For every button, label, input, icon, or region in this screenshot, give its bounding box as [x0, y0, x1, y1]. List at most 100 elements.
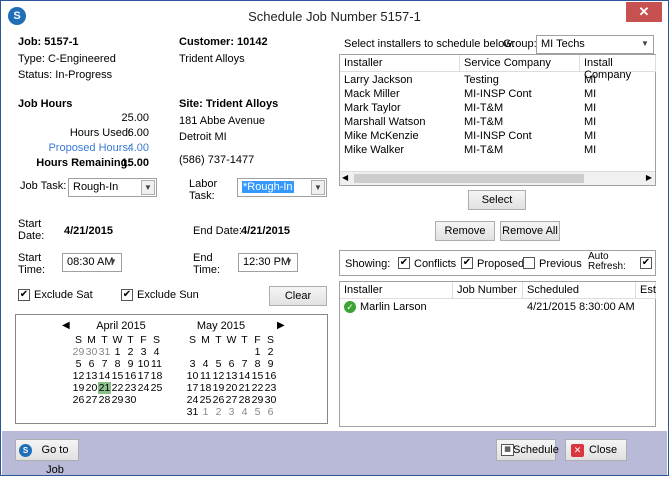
calendar-day[interactable]: 4 [199, 358, 212, 370]
calendar-day[interactable]: 28 [98, 394, 111, 406]
calendar-day[interactable]: 8 [111, 358, 124, 370]
select-button[interactable]: Select [468, 190, 526, 210]
calendar-day[interactable]: 30 [124, 394, 137, 406]
calendar-day[interactable]: 3 [186, 358, 199, 370]
calendar-day[interactable]: 12 [212, 370, 225, 382]
table-row[interactable]: ✓ Marlin Larson 4/21/2015 8:30:00 AM [340, 301, 655, 315]
scheduled-list[interactable]: Installer Job Number Scheduled Est ✓ Mar… [339, 281, 656, 427]
calendar-day[interactable] [238, 346, 251, 358]
scroll-right-icon[interactable]: ▶ [646, 173, 652, 182]
start-date-value[interactable]: 4/21/2015 [64, 225, 113, 237]
calendar-day[interactable]: 30 [85, 346, 98, 358]
col-install-company[interactable]: Install Company [580, 55, 656, 81]
calendar-day[interactable]: 31 [186, 406, 199, 418]
calendar-day[interactable]: 21 [98, 382, 111, 394]
calendar-day[interactable]: 22 [251, 382, 264, 394]
calendar-day[interactable]: 29 [72, 346, 85, 358]
calendar-day[interactable]: 29 [251, 394, 264, 406]
scroll-left-icon[interactable]: ◀ [342, 173, 348, 182]
calendar-day[interactable]: 28 [238, 394, 251, 406]
col-installer[interactable]: Installer [340, 55, 460, 72]
calendar-day[interactable]: 31 [98, 346, 111, 358]
calendar-day[interactable]: 3 [137, 346, 150, 358]
calendar-day[interactable]: 16 [264, 370, 277, 382]
auto-refresh-checkbox[interactable]: ✔ [640, 257, 652, 269]
calendar-day[interactable]: 26 [212, 394, 225, 406]
col-sched-installer[interactable]: Installer [340, 282, 453, 299]
close-button[interactable]: ✕ Close [565, 439, 627, 461]
calendar-day[interactable]: 20 [85, 382, 98, 394]
calendar-day[interactable]: 9 [264, 358, 277, 370]
month-calendar[interactable]: ◀ April 2015 May 2015 ▶ S M T W T F S 29 30 31 1 2 3… [15, 314, 328, 424]
job-task-select[interactable]: Rough-In ▼ [68, 178, 157, 197]
calendar-day[interactable]: 13 [85, 370, 98, 382]
calendar-day[interactable]: 4 [150, 346, 163, 358]
scroll-thumb[interactable] [354, 174, 584, 183]
conflicts-checkbox[interactable]: ✔ [398, 257, 410, 269]
proposed-checkbox[interactable]: ✔ [461, 257, 473, 269]
calendar-day[interactable]: 7 [98, 358, 111, 370]
calendar-day[interactable]: 6 [85, 358, 98, 370]
calendar-day[interactable]: 11 [150, 358, 163, 370]
go-to-job-button[interactable]: S Go to Job [15, 439, 79, 476]
calendar-day[interactable]: 27 [225, 394, 238, 406]
calendar-day[interactable]: 3 [225, 406, 238, 418]
calendar-day[interactable]: 9 [124, 358, 137, 370]
installers-hscroll[interactable]: ◀ ▶ [340, 171, 655, 185]
calendar-day[interactable]: 8 [251, 358, 264, 370]
calendar-day[interactable]: 10 [137, 358, 150, 370]
calendar-day[interactable]: 6 [264, 406, 277, 418]
calendar-day[interactable]: 23 [264, 382, 277, 394]
calendar-day[interactable]: 10 [186, 370, 199, 382]
calendar-day[interactable]: 23 [124, 382, 137, 394]
start-time-select[interactable]: 08:30 AM ▼ [62, 253, 122, 272]
window-close-button[interactable]: ✕ [626, 2, 662, 22]
end-time-select[interactable]: 12:30 PM ▼ [238, 253, 298, 272]
table-row[interactable]: Mack Miller MI-INSP Cont MI [340, 88, 655, 102]
calendar-day[interactable]: 1 [251, 346, 264, 358]
previous-checkbox[interactable] [523, 257, 535, 269]
exclude-sat-checkbox[interactable]: ✔ [18, 289, 30, 301]
calendar-day[interactable] [186, 346, 199, 358]
calendar-day[interactable]: 4 [238, 406, 251, 418]
calendar-day[interactable]: 20 [225, 382, 238, 394]
labor-task-select[interactable]: *Rough-In ▼ [237, 178, 327, 197]
calendar-day[interactable]: 24 [137, 382, 150, 394]
calendar-day[interactable]: 11 [199, 370, 212, 382]
calendar-day[interactable]: 27 [85, 394, 98, 406]
calendar-day[interactable]: 12 [72, 370, 85, 382]
remove-all-button[interactable]: Remove All [500, 221, 560, 241]
calendar-day[interactable]: 2 [124, 346, 137, 358]
calendar-day[interactable]: 2 [264, 346, 277, 358]
col-est[interactable]: Est [636, 282, 656, 299]
calendar-day[interactable]: 18 [199, 382, 212, 394]
table-row[interactable]: Marshall Watson MI-T&M MI [340, 116, 655, 130]
calendar-day[interactable]: 13 [225, 370, 238, 382]
table-row[interactable]: Mark Taylor MI-T&M MI [340, 102, 655, 116]
table-row[interactable]: Mike Walker MI-T&M MI [340, 144, 655, 158]
group-select[interactable]: MI Techs ▼ [536, 35, 654, 54]
calendar-day[interactable]: 5 [251, 406, 264, 418]
calendar-day[interactable]: 18 [150, 370, 163, 382]
calendar-day[interactable] [212, 346, 225, 358]
calendar-day[interactable]: 24 [186, 394, 199, 406]
next-month-icon[interactable]: ▶ [277, 320, 285, 331]
calendar-day[interactable]: 6 [225, 358, 238, 370]
end-date-value[interactable]: 4/21/2015 [241, 225, 290, 237]
calendar-day[interactable]: 19 [72, 382, 85, 394]
calendar-day[interactable]: 19 [212, 382, 225, 394]
col-scheduled[interactable]: Scheduled [523, 282, 636, 299]
calendar-day[interactable]: 25 [199, 394, 212, 406]
calendar-day[interactable] [225, 346, 238, 358]
calendar-day[interactable]: 17 [137, 370, 150, 382]
calendar-day[interactable]: 1 [199, 406, 212, 418]
exclude-sun-checkbox[interactable]: ✔ [121, 289, 133, 301]
calendar-day[interactable]: 25 [150, 382, 163, 394]
calendar-day[interactable]: 30 [264, 394, 277, 406]
may-grid[interactable]: S M T W T F S 1 2 3 4 5 6 7 8 9 10 11 12 13 14 15 16 17 18 19 20 21… [186, 334, 277, 418]
schedule-button[interactable]: ▦ Schedule [496, 439, 559, 461]
calendar-day[interactable]: 1 [111, 346, 124, 358]
calendar-day[interactable] [137, 394, 150, 406]
calendar-day[interactable]: 14 [98, 370, 111, 382]
calendar-day[interactable] [150, 394, 163, 406]
